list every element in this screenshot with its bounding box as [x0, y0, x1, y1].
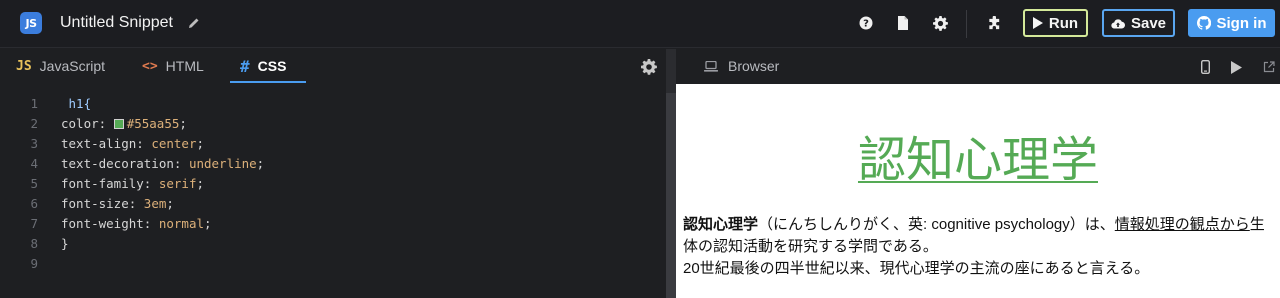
css-property: color:	[61, 115, 114, 131]
line-number: 7	[30, 215, 38, 231]
code-editor-pane: JS JavaScript <> HTML # CSS 1 h1{ 2 colo…	[0, 49, 666, 298]
code-line: 8 }	[0, 233, 660, 253]
tab-html[interactable]: <> HTML	[142, 49, 204, 83]
css-property: font-weight:	[61, 215, 159, 231]
css-value: underline	[188, 155, 257, 171]
paragraph-link[interactable]: 情報処理の観点から	[1115, 216, 1250, 233]
tab-label: JavaScript	[39, 58, 106, 74]
code-line: 2 color: #55aa55;	[0, 113, 660, 133]
css-property: text-align:	[61, 135, 152, 151]
code-line: 6 font-size: 3em;	[0, 193, 660, 213]
sign-in-button[interactable]: Sign in	[1188, 9, 1275, 37]
paragraph-text: （にんちしんりがく、英: cognitive psychology）は、	[758, 216, 1115, 233]
line-number: 3	[30, 135, 38, 151]
pencil-icon[interactable]	[187, 16, 201, 30]
save-label: Save	[1130, 14, 1167, 32]
js-file-icon: JS	[16, 58, 32, 74]
sign-in-label: Sign in	[1216, 14, 1267, 32]
tab-browser[interactable]: Browser	[704, 58, 779, 74]
github-icon	[1196, 16, 1211, 30]
help-icon[interactable]: ?	[858, 15, 874, 31]
active-tab-indicator	[230, 81, 306, 83]
color-swatch[interactable]	[113, 118, 124, 129]
css-value: center	[151, 135, 197, 151]
monitor-icon	[704, 60, 718, 72]
app-logo[interactable]: JS	[20, 12, 42, 34]
css-semicolon: ;	[196, 175, 205, 191]
play-icon	[1032, 17, 1043, 29]
settings-gear-icon[interactable]	[932, 15, 948, 31]
document-icon[interactable]	[895, 15, 911, 31]
editor-settings-gear-icon[interactable]	[641, 59, 657, 75]
line-number: 9	[30, 255, 38, 271]
css-property: text-decoration:	[61, 155, 189, 171]
code-line: 1 h1{	[0, 93, 660, 113]
css-value: normal	[158, 215, 204, 231]
code-selector: h1{	[61, 95, 92, 111]
puzzle-extensions-icon[interactable]	[986, 15, 1002, 31]
browser-header: Browser	[676, 49, 1280, 84]
mobile-view-icon[interactable]	[1198, 60, 1212, 74]
css-semicolon: ;	[196, 135, 204, 151]
play-preview-icon[interactable]	[1229, 60, 1243, 74]
code-brackets-icon: <>	[142, 58, 158, 74]
code-line: 4 text-decoration: underline;	[0, 153, 660, 173]
line-number: 2	[30, 115, 38, 131]
open-external-icon[interactable]	[1262, 60, 1276, 74]
css-value: serif	[158, 175, 197, 191]
svg-text:?: ?	[863, 19, 869, 30]
line-number: 1	[30, 95, 38, 111]
code-line: 7 font-weight: normal;	[0, 213, 660, 233]
tab-label: HTML	[165, 58, 204, 74]
css-property: font-size:	[61, 195, 144, 211]
logo-text: JS	[25, 16, 37, 30]
line-number: 8	[30, 235, 38, 251]
code-line: 5 font-family: serif;	[0, 173, 660, 193]
run-button[interactable]: Run	[1023, 9, 1088, 37]
css-value: #55aa55	[126, 115, 180, 131]
line-number: 6	[30, 195, 38, 211]
save-button[interactable]: Save	[1102, 9, 1175, 37]
tab-label: CSS	[257, 58, 287, 74]
preview-heading: 認知心理学	[857, 132, 1098, 188]
paragraph-bold-term: 認知心理学	[683, 216, 759, 233]
code-line: 3 text-align: center;	[0, 133, 660, 153]
css-semicolon: ;	[179, 115, 187, 131]
tab-css[interactable]: # CSS	[240, 49, 286, 83]
hash-icon: #	[240, 56, 250, 76]
toolbar-divider	[966, 10, 967, 38]
css-semicolon: ;	[204, 215, 212, 231]
browser-preview: 認知心理学 認知心理学（にんちしんりがく、英: cognitive psycho…	[676, 84, 1280, 298]
code-line: 9	[0, 253, 660, 273]
paragraph-text: 20世紀最後の四半世紀以来、現代心理学の主流の座にあると言える。	[683, 260, 1150, 277]
run-label: Run	[1048, 14, 1079, 32]
css-property: font-family:	[61, 175, 159, 191]
line-number: 4	[30, 155, 38, 171]
css-semicolon: ;	[166, 195, 174, 211]
browser-tab-label: Browser	[728, 58, 780, 74]
tab-javascript[interactable]: JS JavaScript	[16, 49, 105, 83]
css-semicolon: ;	[256, 155, 265, 171]
top-bar: JS Untitled Snippet ? Run Save Sign in	[0, 0, 1280, 48]
cloud-upload-icon	[1111, 18, 1125, 29]
css-value: 3em	[143, 195, 167, 211]
line-number: 5	[30, 175, 38, 191]
scrollbar-thumb[interactable]	[666, 93, 676, 298]
editor-tabs: JS JavaScript <> HTML # CSS	[0, 49, 666, 85]
code-text-area[interactable]: 1 h1{ 2 color: #55aa55; 3 text-align: ce…	[0, 89, 666, 298]
snippet-title[interactable]: Untitled Snippet	[60, 14, 173, 32]
preview-paragraph: 認知心理学（にんちしんりがく、英: cognitive psychology）は…	[683, 214, 1277, 280]
code-closing-brace: }	[61, 235, 69, 251]
